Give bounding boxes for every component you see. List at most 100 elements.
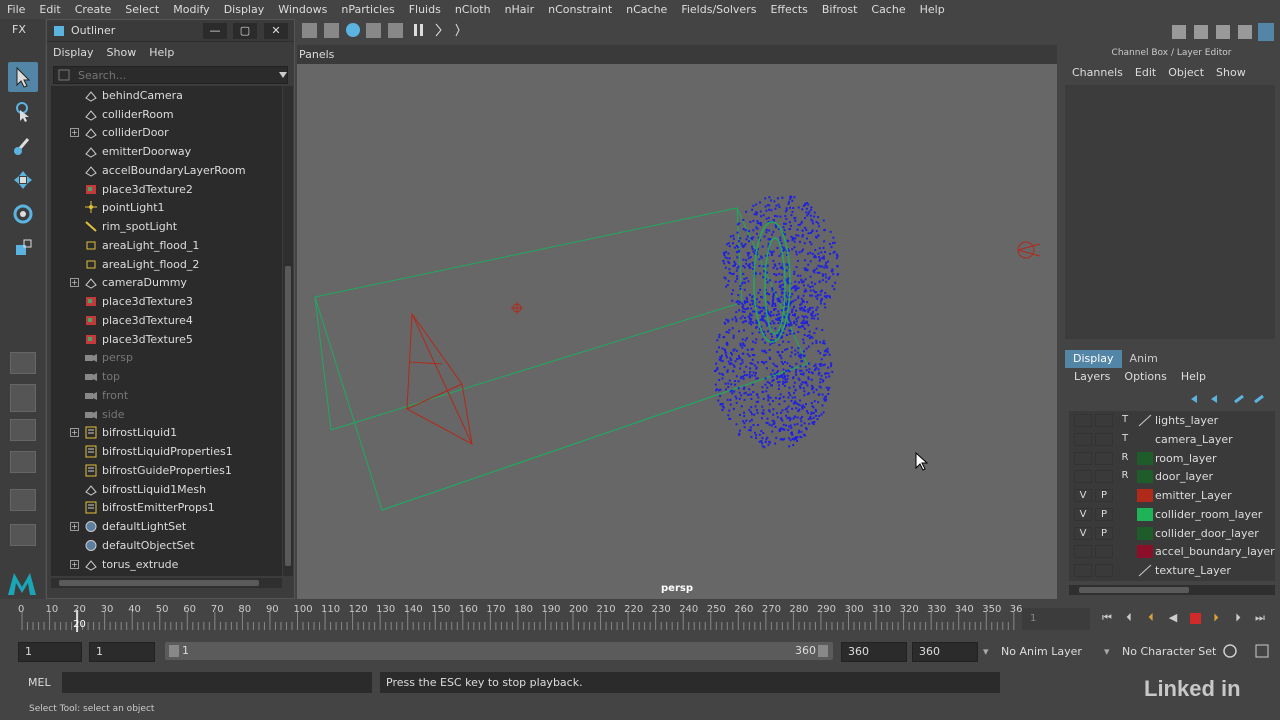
expand-icon[interactable]: + xyxy=(70,428,79,438)
layer-color-swatch[interactable] xyxy=(1137,470,1153,484)
layer-row[interactable]: Tcamera_Layer xyxy=(1069,430,1275,449)
layer-row[interactable]: V Pemitter_Layer xyxy=(1069,486,1275,505)
layer-row[interactable]: Rroom_layer xyxy=(1069,449,1275,468)
outliner-item[interactable]: front xyxy=(51,386,282,405)
layer-row[interactable]: V Pcollider_door_layer xyxy=(1069,524,1275,543)
outliner-item[interactable]: areaLight_flood_2 xyxy=(51,255,282,274)
play-backwards-icon[interactable]: ◀ xyxy=(1163,611,1183,627)
layer-color-swatch[interactable] xyxy=(1137,489,1153,502)
playback-end-field[interactable]: 360 xyxy=(841,642,907,662)
step-forward-frame-icon[interactable]: ⏵ xyxy=(1228,611,1248,627)
channel-box-icon[interactable] xyxy=(1238,25,1252,39)
range-slider[interactable]: 1 360 xyxy=(165,642,833,660)
layer-playback-toggle[interactable] xyxy=(1095,414,1113,427)
layer-playback-toggle[interactable]: P xyxy=(1095,507,1113,521)
outliner-item[interactable]: emitterDoorway xyxy=(51,142,282,161)
range-slider-right-handle[interactable] xyxy=(818,645,828,657)
panels-menu[interactable]: Panels xyxy=(297,45,1057,64)
layer-row[interactable]: texture_Layer xyxy=(1069,561,1275,580)
menu-help[interactable]: Help xyxy=(913,3,952,16)
outliner-menu-display[interactable]: Display xyxy=(53,46,94,59)
channel-box-area[interactable] xyxy=(1065,85,1275,339)
outliner-item[interactable]: + cameraDummy xyxy=(51,274,282,293)
select-tool-icon[interactable] xyxy=(8,62,38,92)
layer-playback-toggle[interactable]: P xyxy=(1095,489,1113,502)
single-perspective-layout-icon[interactable] xyxy=(10,352,36,374)
outliner-item[interactable]: place3dTexture5 xyxy=(51,330,282,349)
perspective-viewport[interactable]: persp xyxy=(297,64,1057,599)
outliner-item[interactable]: place3dTexture4 xyxy=(51,311,282,330)
outliner-item[interactable]: bifrostEmitterProps1 xyxy=(51,499,282,518)
range-slider-left-handle[interactable] xyxy=(169,645,179,657)
paint-select-tool-icon[interactable] xyxy=(8,131,38,161)
outliner-item[interactable]: bifrostLiquidProperties1 xyxy=(51,442,282,461)
layer-horizontal-scrollbar[interactable] xyxy=(1069,585,1275,595)
attribute-editor-icon[interactable] xyxy=(1194,25,1208,39)
layer-display-type-toggle[interactable]: R xyxy=(1116,452,1134,465)
tool-settings-icon[interactable] xyxy=(1216,25,1230,39)
move-tool-icon[interactable] xyxy=(8,165,38,195)
maximize-icon[interactable]: ▢ xyxy=(233,23,257,39)
layer-display-type-toggle[interactable] xyxy=(1116,489,1134,502)
viewport-scene[interactable] xyxy=(297,64,1057,599)
new-layer-from-selected-icon[interactable] xyxy=(1254,394,1264,404)
scale-tool-icon[interactable] xyxy=(8,233,38,263)
menu-modify[interactable]: Modify xyxy=(166,3,216,16)
layer-display-type-toggle[interactable] xyxy=(1116,564,1134,577)
outliner-menu-show[interactable]: Show xyxy=(107,46,137,59)
command-input[interactable] xyxy=(62,672,372,693)
outliner-persp-layout-icon[interactable] xyxy=(10,419,36,441)
channel-box-menu-show[interactable]: Show xyxy=(1216,66,1246,79)
menu-ncloth[interactable]: nCloth xyxy=(448,3,498,16)
expand-icon[interactable]: + xyxy=(70,522,79,532)
layer-row[interactable]: Tlights_layer xyxy=(1069,411,1275,430)
outliner-item[interactable]: pointLight1 xyxy=(51,199,282,218)
layer-playback-toggle[interactable] xyxy=(1095,545,1113,559)
layer-editor-icon[interactable] xyxy=(1258,23,1274,41)
channel-box-menu-object[interactable]: Object xyxy=(1168,66,1204,79)
menu-bifrost[interactable]: Bifrost xyxy=(815,3,865,16)
move-layer-down-icon[interactable] xyxy=(1211,395,1217,403)
menu-nconstraint[interactable]: nConstraint xyxy=(541,3,619,16)
current-frame-field[interactable]: 1 xyxy=(1022,608,1090,630)
outliner-item[interactable]: accelBoundaryLayerRoom xyxy=(51,161,282,180)
channel-box-menu-channels[interactable]: Channels xyxy=(1072,66,1123,79)
scrollbar-thumb[interactable] xyxy=(285,266,291,566)
layer-playback-toggle[interactable] xyxy=(1095,451,1113,465)
menu-fields-solvers[interactable]: Fields/Solvers xyxy=(674,3,763,16)
menu-nparticles[interactable]: nParticles xyxy=(334,3,401,16)
script-language-toggle[interactable]: MEL xyxy=(28,676,51,689)
menu-select[interactable]: Select xyxy=(118,3,166,16)
move-layer-up-icon[interactable] xyxy=(1191,395,1197,403)
animation-end-field[interactable]: 360 xyxy=(912,642,978,662)
layer-visibility-toggle[interactable]: V xyxy=(1074,507,1092,521)
step-forward-key-icon[interactable]: ⏵ xyxy=(1206,611,1226,627)
outliner-item[interactable]: areaLight_flood_1 xyxy=(51,236,282,255)
playback-start-field[interactable]: 1 xyxy=(89,642,155,662)
channel-box-menu-edit[interactable]: Edit xyxy=(1135,66,1156,79)
layer-playback-toggle[interactable] xyxy=(1095,432,1113,446)
menu-fluids[interactable]: Fluids xyxy=(402,3,448,16)
auto-key-icon[interactable] xyxy=(1222,643,1238,659)
layer-menu-help[interactable]: Help xyxy=(1181,370,1206,383)
outliner-item[interactable]: bifrostLiquid1Mesh xyxy=(51,480,282,499)
new-layer-icon[interactable] xyxy=(1234,394,1244,404)
menu-cache[interactable]: Cache xyxy=(864,3,912,16)
layer-color-swatch[interactable] xyxy=(1137,432,1153,446)
scrollbar-thumb[interactable] xyxy=(59,580,259,586)
go-to-start-icon[interactable]: ⏮ xyxy=(1097,611,1117,627)
layer-visibility-toggle[interactable] xyxy=(1074,470,1092,484)
layer-visibility-toggle[interactable] xyxy=(1074,451,1092,465)
layer-row[interactable]: V Pcollider_room_layer xyxy=(1069,505,1275,524)
layer-row[interactable]: accel_boundary_layer xyxy=(1069,542,1275,561)
expand-icon[interactable]: + xyxy=(70,128,79,138)
menu-set-label[interactable]: FX xyxy=(12,23,26,36)
minimize-icon[interactable]: — xyxy=(203,23,227,39)
layer-color-swatch[interactable] xyxy=(1137,545,1153,559)
layer-color-swatch[interactable] xyxy=(1137,451,1153,465)
tab-display[interactable]: Display xyxy=(1065,350,1122,368)
tab-anim[interactable]: Anim xyxy=(1122,350,1166,368)
layer-display-type-toggle[interactable]: T xyxy=(1116,433,1134,446)
outliner-item[interactable]: + bifrostLiquid1 xyxy=(51,424,282,443)
outliner-vertical-scrollbar[interactable] xyxy=(283,86,293,576)
